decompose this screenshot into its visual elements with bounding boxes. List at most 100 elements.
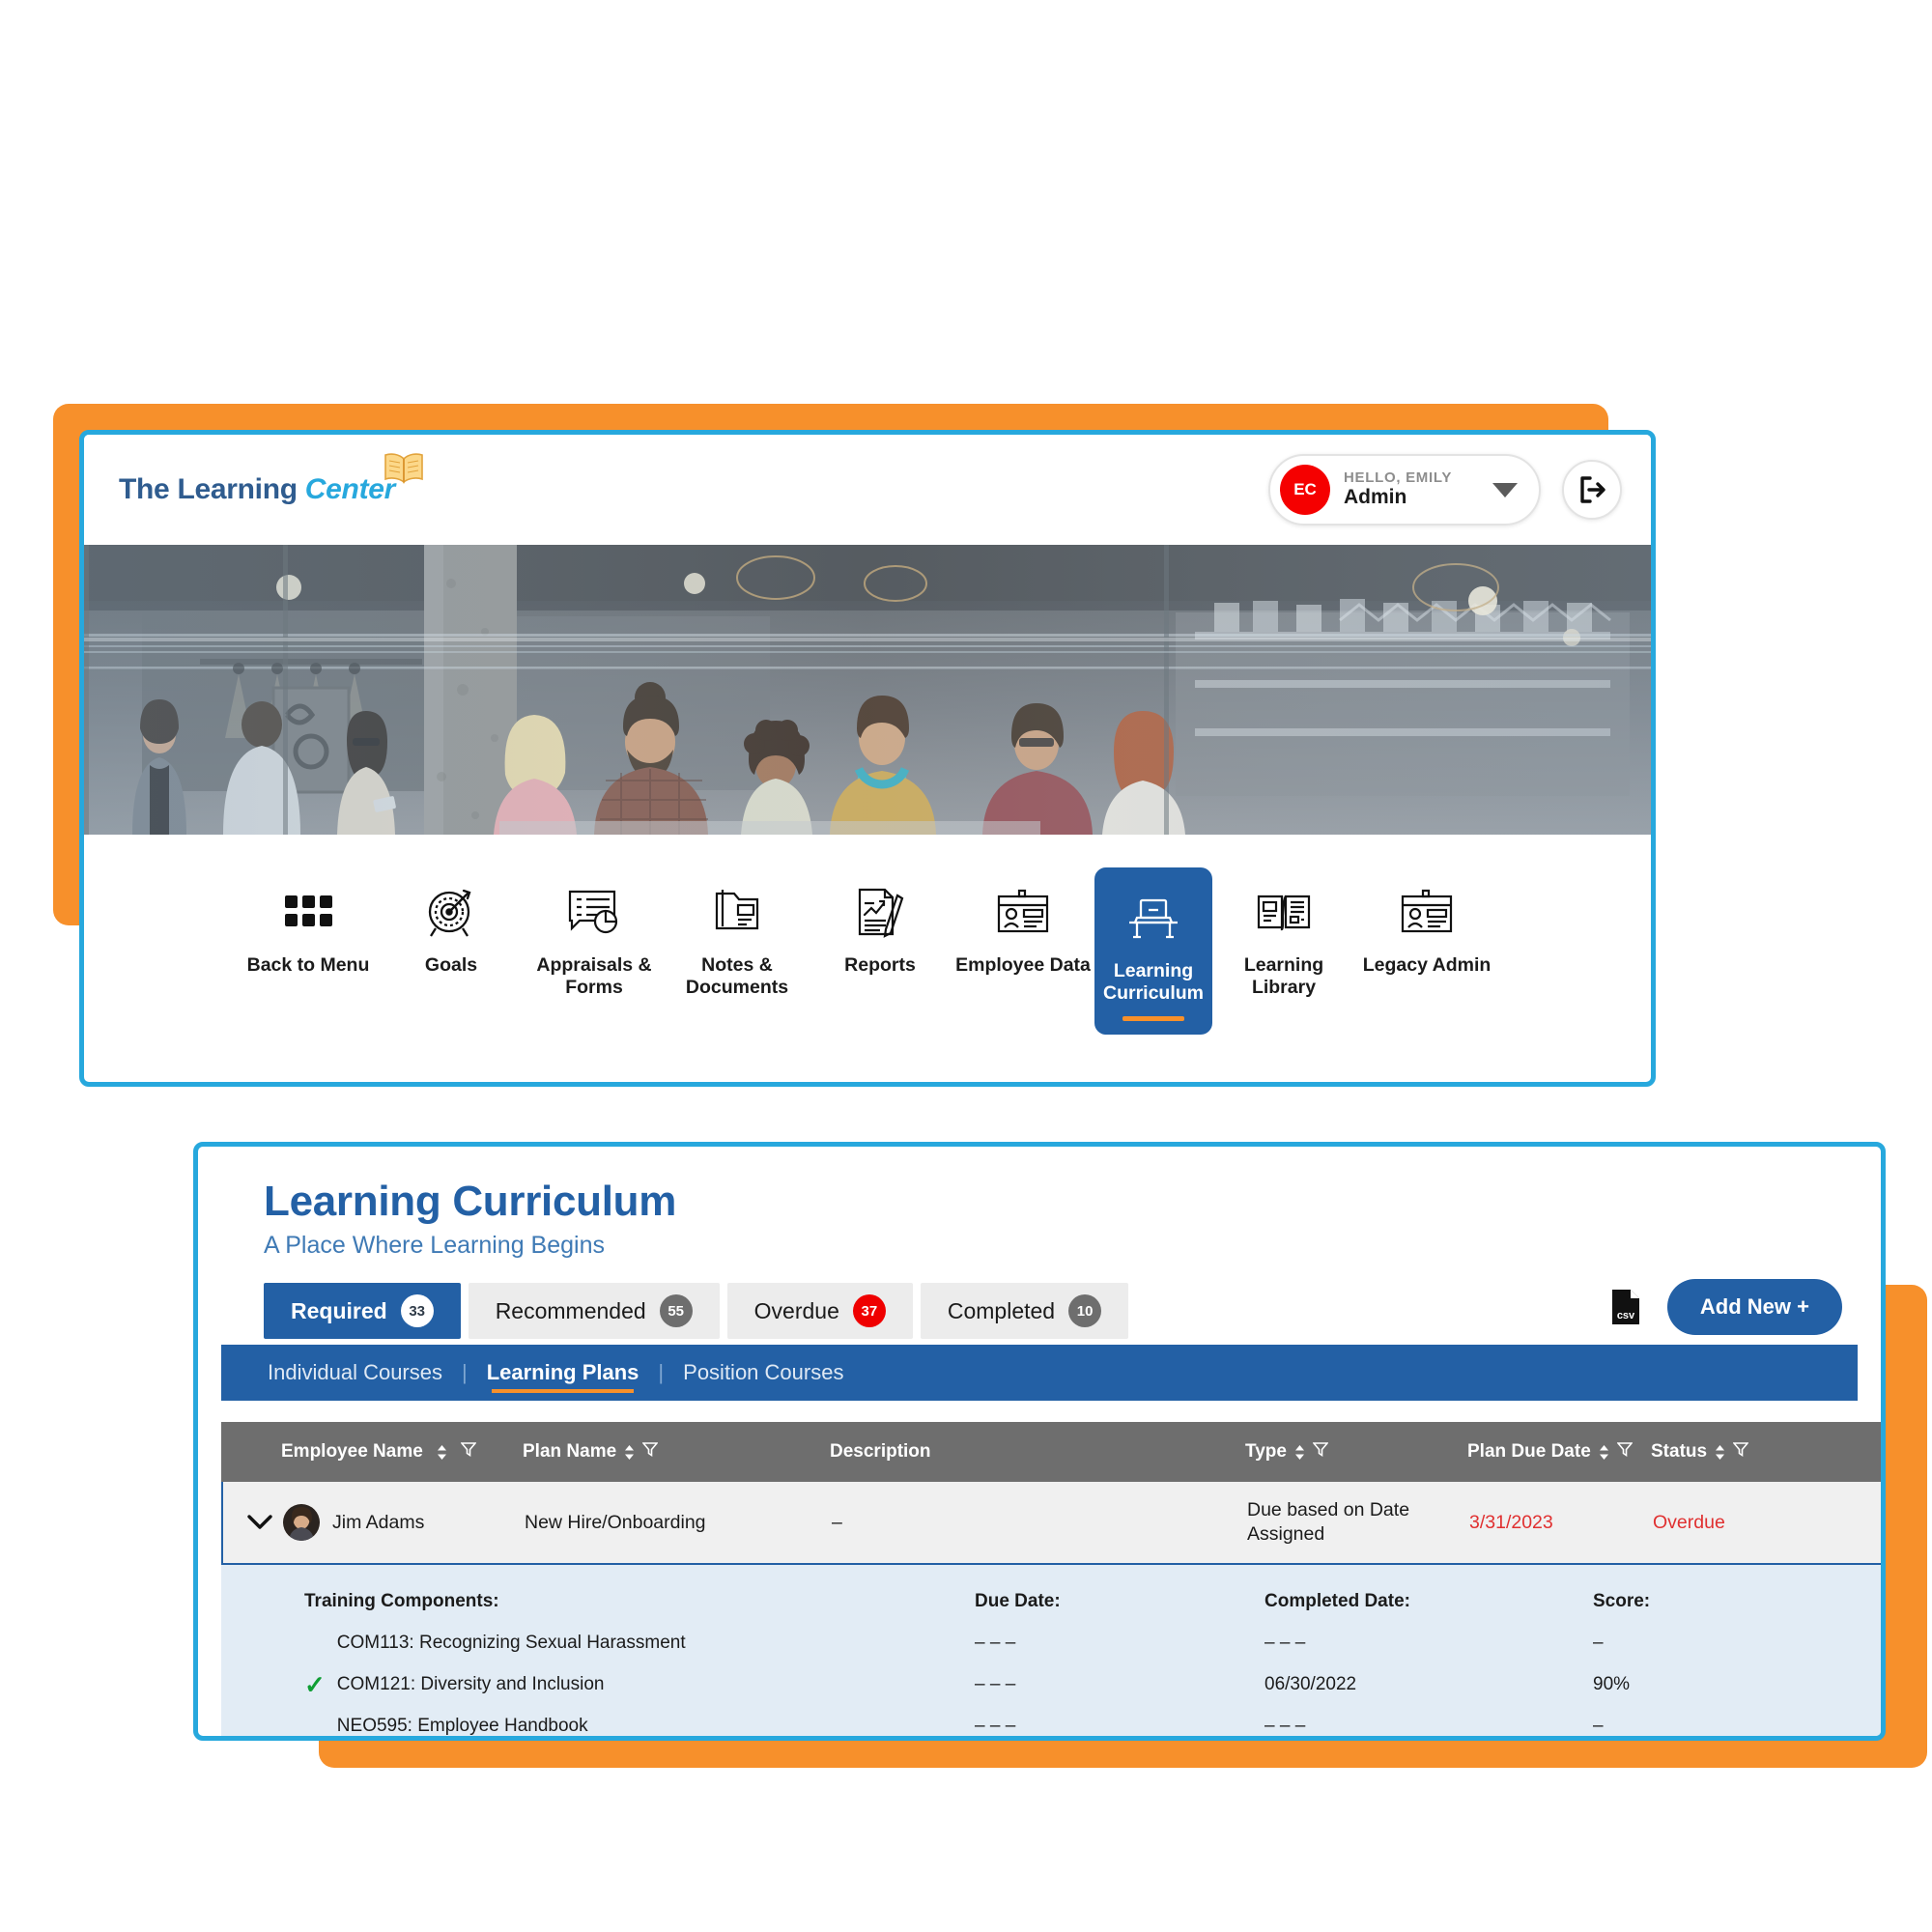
- sort-icon[interactable]: [623, 1444, 636, 1461]
- detail-label-due-date: Due Date:: [975, 1590, 1061, 1611]
- employee-name: Jim Adams: [332, 1511, 425, 1533]
- nav-item-reports[interactable]: Reports: [809, 867, 952, 986]
- component-completed-date: – – –: [1264, 1632, 1306, 1653]
- component-due-date: – – –: [975, 1715, 1016, 1736]
- component-score: –: [1593, 1715, 1604, 1736]
- tab-count-badge: 55: [659, 1294, 693, 1327]
- nav-item-learning-library[interactable]: Learning Library: [1212, 867, 1355, 1009]
- subnav-label: Learning Plans: [486, 1360, 639, 1384]
- row-detail-panel: Training Components: Due Date: Completed…: [221, 1565, 1881, 1736]
- grid-menu-icon: [283, 883, 333, 943]
- expand-row-toggle[interactable]: [223, 1514, 283, 1531]
- detail-label-completed-date: Completed Date:: [1264, 1590, 1410, 1611]
- user-menu[interactable]: EC HELLO, EMILY Admin: [1268, 454, 1541, 526]
- filter-icon[interactable]: [1616, 1441, 1634, 1463]
- tab-count-badge: 10: [1068, 1294, 1102, 1327]
- column-header-plan-due-date[interactable]: Plan Due Date: [1467, 1441, 1651, 1463]
- hero-banner-image: [84, 545, 1651, 835]
- sort-icon[interactable]: [436, 1444, 448, 1461]
- svg-text:csv: csv: [1617, 1310, 1635, 1321]
- column-label: Type: [1245, 1441, 1287, 1462]
- component-score: –: [1593, 1632, 1604, 1653]
- nav-item-back-to-menu[interactable]: Back to Menu: [237, 867, 380, 986]
- nav-item-label: Reports: [844, 954, 916, 976]
- component-name: NEO595: Employee Handbook: [336, 1715, 588, 1736]
- table-row[interactable]: Jim Adams New Hire/Onboarding – Due base…: [221, 1482, 1881, 1565]
- detail-header-row: Training Components: Due Date: Completed…: [221, 1580, 1881, 1622]
- table-tools: csv Add New +: [1609, 1279, 1842, 1339]
- header-right-cluster: EC HELLO, EMILY Admin: [1268, 454, 1622, 526]
- csv-file-icon[interactable]: csv: [1609, 1288, 1642, 1326]
- id-badge-icon: [1399, 883, 1455, 943]
- tab-count-badge: 33: [400, 1294, 434, 1327]
- add-new-button[interactable]: Add New +: [1666, 1279, 1842, 1335]
- tab-recommended[interactable]: Recommended 55: [468, 1283, 720, 1339]
- detail-label-score: Score:: [1593, 1590, 1651, 1611]
- component-name: COM113: Recognizing Sexual Harassment: [336, 1632, 686, 1653]
- nav-item-label: Appraisals & Forms: [536, 954, 652, 998]
- sub-nav: Individual Courses | Learning Plans | Po…: [221, 1345, 1858, 1401]
- tab-overdue[interactable]: Overdue 37: [726, 1283, 913, 1339]
- logout-button[interactable]: [1562, 460, 1622, 520]
- nav-item-label: Goals: [424, 954, 478, 976]
- column-label: Employee Name: [281, 1441, 423, 1462]
- user-role-label: Admin: [1344, 486, 1407, 509]
- nav-item-legacy-admin[interactable]: Legacy Admin: [1355, 867, 1498, 986]
- filter-icon[interactable]: [1732, 1441, 1749, 1463]
- laptop-desk-icon: [1125, 889, 1181, 949]
- open-book-icon: [382, 450, 426, 490]
- training-component-row[interactable]: ✓ COM121: Diversity and Inclusion – – – …: [221, 1663, 1881, 1705]
- report-pen-icon: [854, 883, 906, 943]
- chevron-down-icon[interactable]: [1492, 482, 1518, 497]
- tab-label: Overdue: [753, 1297, 839, 1323]
- avatar: EC: [1280, 465, 1330, 515]
- column-label: Description: [830, 1441, 931, 1462]
- training-component-row[interactable]: ✓ COM113: Recognizing Sexual Harassment …: [221, 1622, 1881, 1663]
- nav-item-employee-data[interactable]: Employee Data: [952, 867, 1094, 986]
- panel-inner: Learning Curriculum A Place Where Learni…: [198, 1147, 1881, 1339]
- subnav-label: Position Courses: [683, 1360, 844, 1384]
- employee-cell: Jim Adams: [283, 1504, 525, 1541]
- component-due-date: – – –: [975, 1632, 1016, 1653]
- subnav-position-courses[interactable]: Position Courses: [664, 1345, 863, 1401]
- column-label: Plan Due Date: [1467, 1441, 1591, 1462]
- learning-plans-table: Employee Name Plan Name Description Type…: [221, 1422, 1881, 1736]
- id-badge-icon: [995, 883, 1051, 943]
- filter-icon[interactable]: [641, 1441, 659, 1463]
- filter-icon[interactable]: [460, 1441, 477, 1463]
- app-logo[interactable]: The Learning Center: [119, 453, 423, 504]
- column-header-description: Description: [830, 1441, 1245, 1463]
- page-subtitle: A Place Where Learning Begins: [264, 1232, 605, 1259]
- component-due-date: – – –: [975, 1673, 1016, 1694]
- primary-nav: Back to Menu Goals Appraisals & Forms No…: [84, 835, 1651, 1082]
- tab-bar: Required 33 Recommended 55 Overdue 37 Co…: [264, 1279, 1842, 1339]
- nav-item-label: Back to Menu: [246, 954, 370, 976]
- column-header-employee-name[interactable]: Employee Name: [281, 1441, 523, 1463]
- screenshot-root: The Learning Center EC HELLO, EMILY Admi…: [0, 0, 1932, 1932]
- nav-item-goals[interactable]: Goals: [380, 867, 523, 986]
- filter-icon[interactable]: [1312, 1441, 1329, 1463]
- nav-item-label: Learning Curriculum: [1102, 960, 1204, 1004]
- status-badge: Overdue: [1653, 1511, 1725, 1533]
- sort-icon[interactable]: [1293, 1444, 1306, 1461]
- column-header-plan-name[interactable]: Plan Name: [523, 1441, 830, 1463]
- nav-item-appraisals-forms[interactable]: Appraisals & Forms: [523, 867, 666, 1009]
- sort-icon[interactable]: [1714, 1444, 1726, 1461]
- app-top-bar: The Learning Center EC HELLO, EMILY Admi…: [84, 435, 1651, 545]
- form-chart-icon: [566, 883, 622, 943]
- learning-curriculum-panel: Learning Curriculum A Place Where Learni…: [193, 1142, 1886, 1741]
- target-icon: [424, 883, 478, 943]
- column-header-status[interactable]: Status: [1651, 1441, 1815, 1463]
- tab-completed[interactable]: Completed 10: [920, 1283, 1129, 1339]
- nav-item-notes-documents[interactable]: Notes & Documents: [666, 867, 809, 1009]
- nav-item-label: Notes & Documents: [685, 954, 789, 998]
- subnav-learning-plans[interactable]: Learning Plans: [468, 1345, 659, 1401]
- tab-required[interactable]: Required 33: [264, 1283, 461, 1339]
- nav-item-learning-curriculum[interactable]: Learning Curriculum: [1094, 867, 1212, 1035]
- detail-label-components: Training Components:: [304, 1590, 499, 1611]
- training-component-row[interactable]: ✓ NEO595: Employee Handbook – – – – – – …: [221, 1705, 1881, 1736]
- subnav-individual-courses[interactable]: Individual Courses: [248, 1345, 462, 1401]
- sort-icon[interactable]: [1598, 1444, 1610, 1461]
- tab-count-badge: 37: [852, 1294, 886, 1327]
- column-header-type[interactable]: Type: [1245, 1441, 1467, 1463]
